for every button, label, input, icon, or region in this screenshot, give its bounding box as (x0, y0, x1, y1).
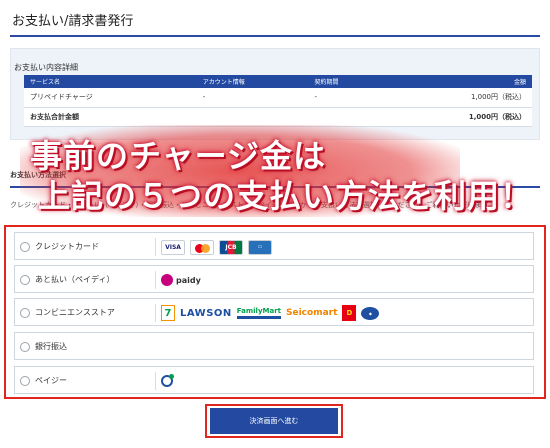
payment-detail-table: サービス名 アカウント情報 契約期間 金額 プリペイドチャージ - - 1,00… (24, 75, 532, 127)
method-label-convenience-store: コンビニエンスストア (35, 308, 115, 317)
column-header-amount: 金額 (420, 75, 532, 88)
amount-cell: 1,000円（税込） (420, 88, 532, 108)
radio-paidy[interactable] (20, 275, 30, 285)
method-row-convenience-store[interactable]: コンビニエンスストア 7 LAWSON FamilyMart Seicomart… (14, 298, 534, 326)
method-label-paidy: あと払い（ペイディ） (35, 275, 115, 284)
period-cell: - (308, 88, 421, 108)
payeasy-logos (161, 371, 174, 391)
payment-detail-heading: お支払い内容詳細 (14, 63, 78, 72)
daily-yamazaki-icon: D (342, 305, 357, 321)
column-header-service: サービス名 (24, 75, 197, 88)
total-row: お支払合計金額 1,000円（税込） (24, 107, 532, 127)
radio-bank-transfer[interactable] (20, 342, 30, 352)
mastercard-orange-circle (201, 243, 210, 253)
account-cell: - (196, 88, 309, 108)
credit-card-logos: VISA JCB ▭ (161, 237, 272, 257)
method-row-bank-transfer[interactable]: 銀行振込 (14, 332, 534, 360)
radio-payeasy[interactable] (20, 376, 30, 386)
visa-icon: VISA (161, 239, 185, 255)
title-divider (10, 35, 540, 37)
table-header-row: サービス名 アカウント情報 契約期間 金額 (24, 75, 532, 88)
lawson-icon: LAWSON (180, 307, 232, 319)
convenience-store-logos: 7 LAWSON FamilyMart Seicomart D ◆ (161, 303, 380, 323)
method-divider (155, 271, 156, 289)
radio-convenience-store[interactable] (20, 308, 30, 318)
paidy-wordmark: paidy (176, 275, 201, 285)
amex-icon: ▭ (248, 239, 272, 255)
payeasy-mark-icon (161, 374, 174, 387)
seicomart-icon: Seicomart (286, 308, 338, 318)
method-row-payeasy[interactable]: ペイジー (14, 366, 534, 394)
method-label-credit-card: クレジットカード (35, 242, 99, 251)
jcb-icon: JCB (219, 239, 243, 255)
method-divider (155, 372, 156, 390)
service-cell: プリペイドチャージ (24, 88, 197, 108)
ministop-icon: ◆ (361, 306, 380, 320)
seven-eleven-icon: 7 (161, 305, 175, 321)
method-row-credit-card[interactable]: クレジットカード VISA JCB ▭ (14, 232, 534, 260)
familymart-icon: FamilyMart (236, 307, 282, 319)
radio-credit-card[interactable] (20, 242, 30, 252)
page-title: お支払い/請求書発行 (12, 14, 134, 29)
promo-line-2: 上記の５つの支払い方法を利用！ (38, 177, 534, 215)
paidy-mark-icon (161, 274, 173, 286)
column-header-period: 契約期間 (308, 75, 421, 88)
method-label-payeasy: ペイジー (35, 376, 67, 385)
total-amount: 1,000円（税込） (420, 107, 532, 127)
total-label: お支払合計金額 (24, 107, 197, 127)
paidy-icon: paidy (161, 273, 201, 287)
mastercard-icon (190, 239, 214, 255)
method-divider (155, 304, 156, 322)
method-label-bank-transfer: 銀行振込 (35, 342, 67, 351)
method-row-paidy[interactable]: あと払い（ペイディ） paidy (14, 265, 534, 293)
promo-overlay: 事前のチャージ金は 上記の５つの支払い方法を利用！ (8, 125, 544, 217)
payeasy-dot-icon (169, 374, 174, 379)
payeasy-icon (161, 374, 174, 387)
paidy-logos: paidy (161, 270, 201, 290)
proceed-to-payment-button[interactable]: 決済画面へ進む (210, 408, 338, 434)
table-row: プリペイドチャージ - - 1,000円（税込） (24, 88, 532, 108)
method-divider (155, 238, 156, 256)
column-header-account: アカウント情報 (196, 75, 309, 88)
